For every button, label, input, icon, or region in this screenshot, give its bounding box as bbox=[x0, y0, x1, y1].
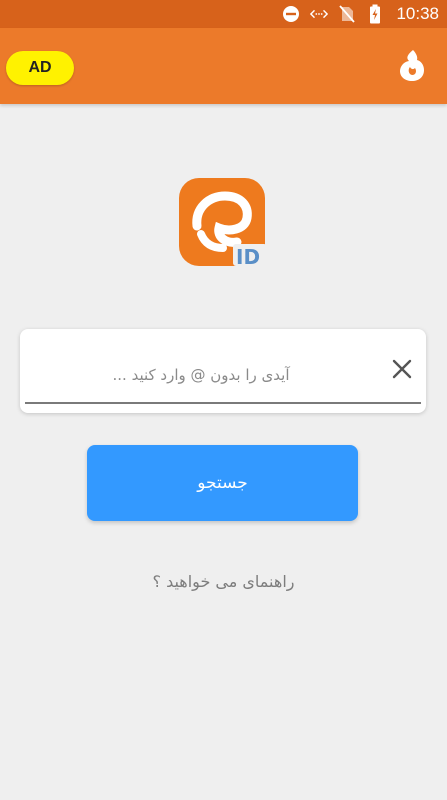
do-not-disturb-icon bbox=[282, 5, 300, 23]
status-bar: 10:38 bbox=[0, 0, 447, 28]
ad-button[interactable]: AD bbox=[6, 51, 74, 85]
data-saver-icon bbox=[310, 5, 329, 23]
app-bar: AD bbox=[0, 28, 447, 104]
eitaa-id-logo: ID bbox=[179, 178, 269, 269]
help-link[interactable]: راهنمای می خواهید ؟ bbox=[0, 572, 447, 596]
battery-charging-icon bbox=[366, 4, 384, 24]
flame-logo-icon bbox=[397, 48, 427, 82]
close-icon bbox=[392, 359, 412, 383]
search-input[interactable] bbox=[24, 347, 378, 403]
clear-button[interactable] bbox=[390, 359, 414, 383]
no-sim-icon bbox=[338, 5, 356, 23]
clock: 10:38 bbox=[396, 4, 439, 23]
search-button[interactable]: جستجو bbox=[87, 445, 358, 521]
svg-text:ID: ID bbox=[236, 245, 260, 268]
search-card bbox=[20, 329, 426, 413]
search-underline bbox=[25, 402, 421, 404]
